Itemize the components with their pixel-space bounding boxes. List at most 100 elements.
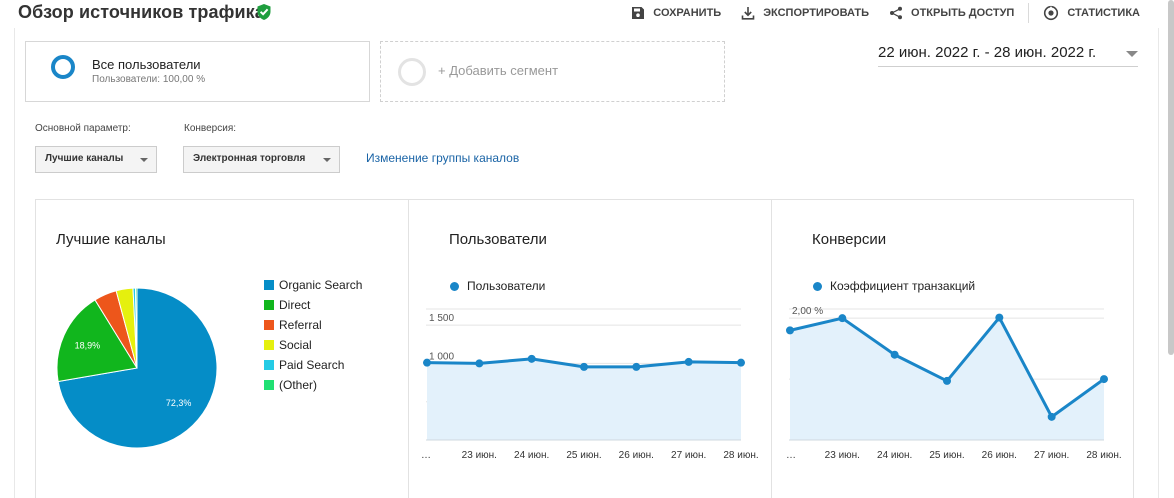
add-segment-label: + Добавить сегмент (438, 63, 559, 78)
x-tick-label: 25 июн. (566, 450, 601, 461)
x-tick-label: 26 июн. (619, 450, 654, 461)
legend-swatch (264, 320, 274, 330)
legend-swatch (264, 300, 274, 310)
save-button[interactable]: СОХРАНИТЬ (631, 6, 721, 20)
add-segment-button[interactable]: + Добавить сегмент (380, 41, 725, 102)
conversion-value: Электронная торговля (193, 153, 306, 164)
segment-title: Все пользователи (92, 57, 201, 72)
pie-legend: Organic Search Direct Referral Social Paid S… (264, 275, 362, 395)
toolbar-divider (1028, 3, 1030, 23)
legend-swatch (264, 380, 274, 390)
x-tick-label: 28 июн. (1086, 450, 1121, 461)
statistics-label: СТАТИСТИКА (1067, 7, 1140, 19)
data-point[interactable] (1047, 412, 1056, 421)
legend-swatch (264, 360, 274, 370)
transaction-rate-series-dot (813, 282, 822, 291)
segment-all-users[interactable]: Все пользователи Пользователи: 100,00 % (25, 41, 370, 102)
x-tick-label: 24 июн. (877, 450, 912, 461)
legend-label: Referral (279, 318, 322, 332)
users-series-dot (450, 282, 459, 291)
save-icon (632, 7, 645, 19)
export-button[interactable]: ЭКСПОРТИРОВАТЬ (741, 6, 869, 20)
legend-item: Paid Search (264, 355, 362, 375)
date-range-label: 22 июн. 2022 г. - 28 июн. 2022 г. (878, 44, 1097, 61)
download-icon (741, 7, 755, 20)
page-title: Обзор источников трафика (18, 2, 265, 22)
share-label: ОТКРЫТЬ ДОСТУП (911, 7, 1015, 19)
export-label: ЭКСПОРТИРОВАТЬ (763, 7, 870, 19)
segment-color-ring (51, 55, 75, 79)
transaction-rate-series-label: Коэффициент транзакций (830, 279, 976, 293)
legend-label: (Other) (279, 378, 318, 392)
data-point[interactable] (475, 359, 484, 368)
save-label: СОХРАНИТЬ (653, 7, 722, 19)
chevron-down-icon (1126, 51, 1138, 57)
data-point[interactable] (737, 358, 745, 367)
empty-segment-ring (398, 58, 426, 86)
top-bar: Обзор источников трафика СОХРАНИТЬ ЭКСПО… (0, 0, 1174, 28)
content-frame-left (14, 28, 15, 498)
change-channel-group-link[interactable]: Изменение группы каналов (366, 151, 519, 165)
x-tick-label: … (421, 450, 431, 461)
primary-dimension-value: Лучшие каналы (45, 153, 124, 164)
chevron-down-icon (323, 158, 331, 162)
data-point[interactable] (943, 376, 951, 385)
conversion-dropdown[interactable]: Электронная торговля (183, 146, 340, 173)
data-point[interactable] (786, 326, 794, 335)
conversion-label: Конверсия: (184, 123, 237, 134)
x-tick-label: 28 июн. (723, 450, 758, 461)
conversions-line-chart: 2,00 %1,00 %…23 июн.24 июн.25 июн.26 июн… (786, 306, 1122, 461)
legend-item: Organic Search (264, 275, 362, 295)
users-series-label: Пользователи (467, 279, 546, 293)
verified-shield-icon (257, 4, 271, 20)
legend-label: Organic Search (279, 278, 363, 292)
data-point[interactable] (838, 314, 847, 323)
content-frame-right (1158, 28, 1159, 498)
legend-swatch (264, 280, 274, 290)
top-channels-title: Лучшие каналы (56, 231, 166, 248)
y-tick-label: 1 500 (429, 313, 454, 324)
legend-swatch (264, 340, 274, 350)
legend-item: (Other) (264, 375, 362, 395)
share-icon (890, 6, 903, 20)
legend-item: Referral (264, 315, 362, 335)
users-line-chart: 1 5001 000500…23 июн.24 июн.25 июн.26 ию… (421, 308, 759, 461)
x-tick-label: 27 июн. (1034, 450, 1069, 461)
scrollbar[interactable] (1168, 0, 1174, 355)
legend-item: Direct (264, 295, 362, 315)
conversions-chart-title: Конверсии (812, 231, 887, 248)
data-point[interactable] (684, 357, 693, 366)
data-point[interactable] (1100, 375, 1108, 384)
x-tick-label: 23 июн. (825, 450, 860, 461)
y-tick-label: 1 000 (429, 351, 454, 362)
legend-label: Paid Search (279, 358, 345, 372)
x-tick-label: 26 июн. (982, 450, 1017, 461)
x-tick-label: 27 июн. (671, 450, 706, 461)
chevron-down-icon (140, 158, 148, 162)
legend-label: Social (279, 338, 312, 352)
x-tick-label: … (786, 450, 796, 461)
data-point[interactable] (632, 362, 641, 371)
data-point[interactable] (995, 313, 1004, 322)
legend-item: Social (264, 335, 362, 355)
x-tick-label: 25 июн. (929, 450, 964, 461)
share-button[interactable]: ОТКРЫТЬ ДОСТУП (889, 6, 1014, 20)
data-point[interactable] (580, 362, 588, 371)
pie-slice-label: 72,3% (166, 398, 192, 408)
data-point[interactable] (527, 354, 536, 363)
top-channels-pie-chart: 72,3% 18,9% (56, 287, 218, 449)
insights-icon (1044, 5, 1059, 21)
statistics-button[interactable]: СТАТИСТИКА (1043, 5, 1140, 21)
primary-dimension-label: Основной параметр: (35, 123, 131, 134)
data-point[interactable] (890, 350, 899, 359)
pie-slice-label: 18,9% (75, 341, 101, 351)
legend-label: Direct (279, 298, 311, 312)
segment-subtitle: Пользователи: 100,00 % (92, 74, 206, 85)
data-point[interactable] (423, 358, 431, 367)
series-area (427, 358, 741, 440)
users-chart-title: Пользователи (449, 231, 547, 248)
x-tick-label: 23 июн. (462, 450, 497, 461)
date-range-picker[interactable]: 22 июн. 2022 г. - 28 июн. 2022 г. (878, 44, 1138, 67)
primary-dimension-dropdown[interactable]: Лучшие каналы (35, 146, 157, 173)
x-tick-label: 24 июн. (514, 450, 549, 461)
